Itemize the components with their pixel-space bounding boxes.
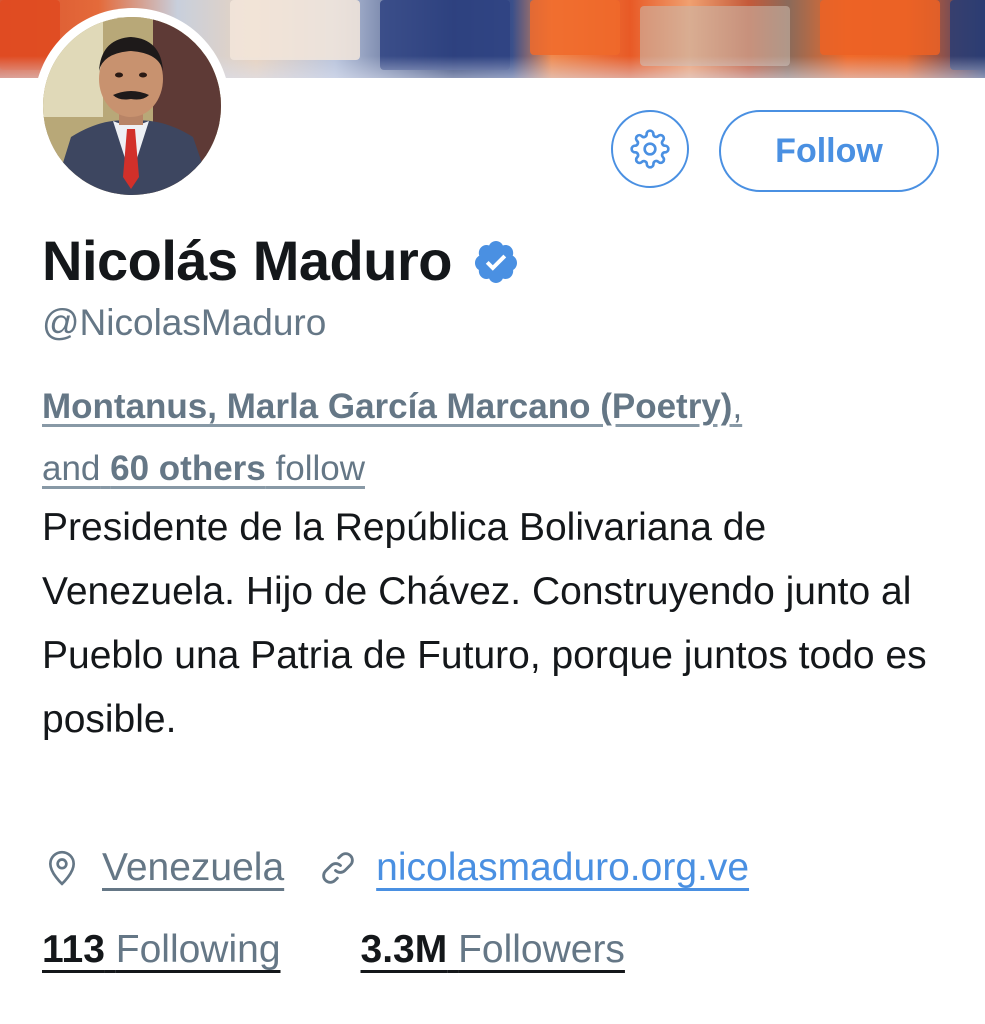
follow-button[interactable]: Follow (719, 110, 939, 192)
profile-name: Nicolás Maduro (42, 228, 452, 292)
followed-by-others[interactable]: 60 others (110, 449, 266, 488)
followed-by-names[interactable]: Montanus, Marla García Marcano (Poetry) (42, 387, 732, 426)
followers-count: 3.3M (360, 928, 448, 971)
profile-website-link[interactable]: nicolasmaduro.org.ve (376, 846, 749, 890)
following-label: Following (115, 928, 281, 971)
followers-stat[interactable]: 3.3M Followers (361, 928, 625, 972)
profile-location: Venezuela (102, 846, 285, 889)
profile-handle: @NicolasMaduro (42, 302, 327, 343)
location-pin-icon (48, 850, 76, 886)
profile-meta: Venezuela nicolasmaduro.org.ve (42, 836, 749, 900)
followers-label: Followers (458, 928, 625, 971)
followed-by-and: and (42, 449, 101, 488)
link-icon (322, 852, 354, 884)
verified-badge-icon (474, 241, 517, 283)
following-count: 113 (42, 928, 105, 971)
followed-by-follow: follow (275, 449, 365, 488)
avatar[interactable] (43, 17, 221, 195)
following-stat[interactable]: 113 Following (42, 928, 281, 972)
settings-button[interactable] (611, 110, 689, 188)
gear-icon (630, 129, 670, 169)
followed-by-text[interactable]: Montanus, Marla García Marcano (Poetry),… (42, 376, 922, 500)
profile-name-row: Nicolás Maduro (42, 224, 520, 296)
profile-stats: 113 Following 3.3M Followers (42, 918, 625, 982)
profile-bio: Presidente de la República Bolivariana d… (42, 506, 927, 741)
